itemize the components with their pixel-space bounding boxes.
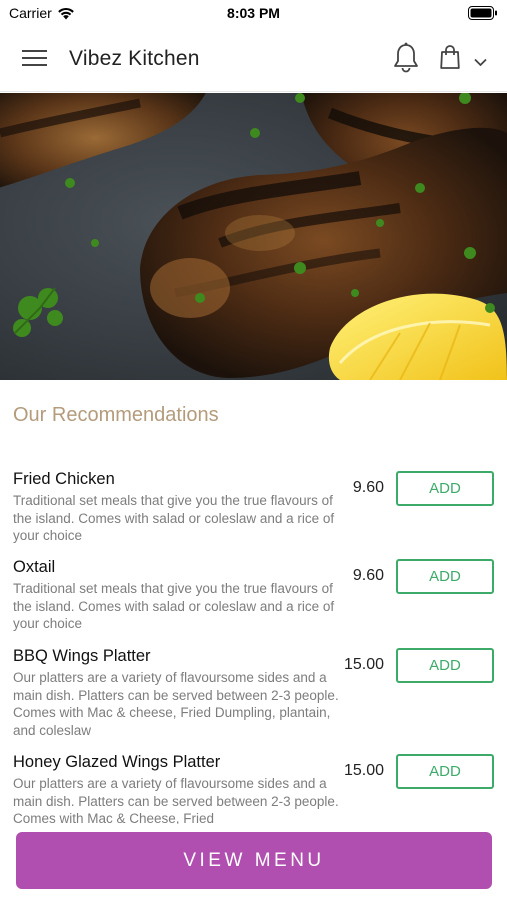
status-time: 8:03 PM [227,5,280,21]
item-name: Fried Chicken [13,470,115,488]
view-menu-button[interactable]: VIEW MENU [16,832,492,889]
add-button-bbq-wings-platter[interactable]: ADD [396,648,494,683]
chevron-down-icon[interactable] [474,54,487,72]
recommendations-list: Fried Chicken Traditional set meals that… [0,468,507,824]
battery-icon [468,6,498,25]
item-name: Oxtail [13,558,56,576]
app-header: Vibez Kitchen [0,26,507,92]
item-description: Our platters are a variety of flavoursom… [13,670,339,738]
shopping-bag-icon[interactable] [439,44,461,75]
menu-item-bbq-wings-platter: BBQ Wings Platter Our platters are a var… [0,647,507,747]
menu-item-oxtail: Oxtail Traditional set meals that give y… [0,558,507,638]
item-description: Our platters are a variety of flavoursom… [13,776,339,824]
item-description: Traditional set meals that give you the … [13,581,335,631]
bell-icon[interactable] [392,42,420,79]
item-price: 15.00 [343,762,384,779]
add-button-oxtail[interactable]: ADD [396,559,494,594]
hamburger-menu-icon[interactable] [22,48,48,68]
section-title-recommendations: Our Recommendations [13,404,219,426]
item-name: Honey Glazed Wings Platter [13,753,221,771]
item-price: 9.60 [352,567,384,584]
item-price: 9.60 [352,479,384,496]
app-title: Vibez Kitchen [69,47,200,70]
menu-item-honey-glazed-wings-platter: Honey Glazed Wings Platter Our platters … [0,753,507,824]
item-description: Traditional set meals that give you the … [13,493,335,543]
add-button-fried-chicken[interactable]: ADD [396,471,494,506]
status-bar: Carrier 8:03 PM [0,0,507,26]
item-price: 15.00 [343,656,384,673]
item-name: BBQ Wings Platter [13,647,151,665]
hero-food-image [0,93,507,380]
add-button-honey-glazed-wings-platter[interactable]: ADD [396,754,494,789]
menu-item-fried-chicken: Fried Chicken Traditional set meals that… [0,470,507,550]
